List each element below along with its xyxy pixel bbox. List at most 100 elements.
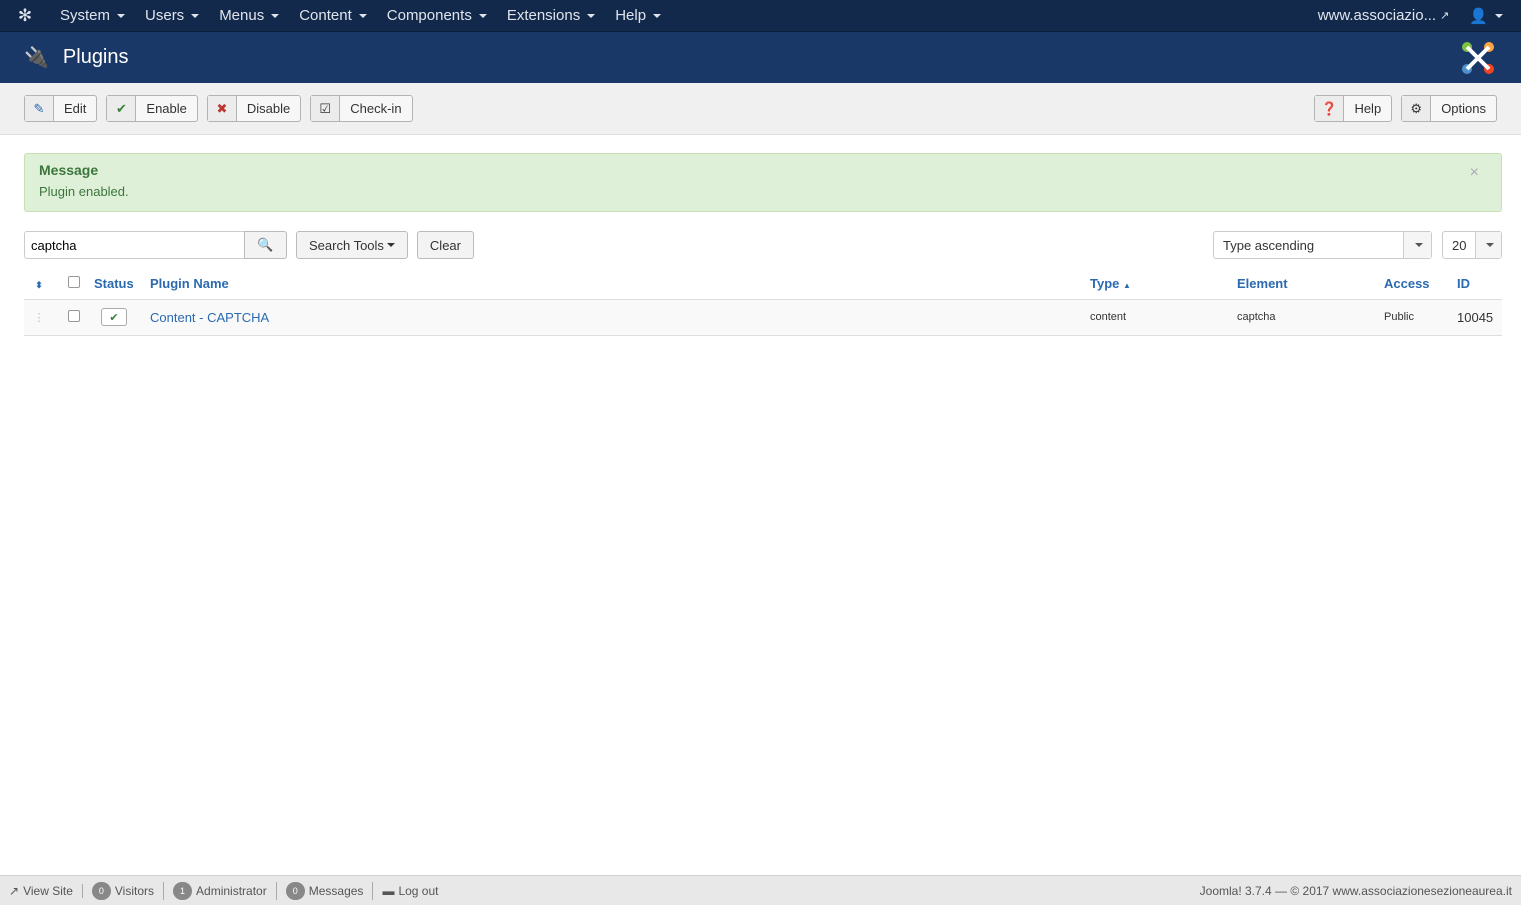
caret-down-icon <box>117 13 126 18</box>
admin-badge: 1 <box>173 881 193 900</box>
options-button[interactable]: ⚙ Options <box>1401 95 1497 122</box>
gear-icon: ⚙ <box>1402 96 1432 121</box>
site-link[interactable]: www.associazio... ↗ <box>1308 7 1460 24</box>
external-link-icon: ↗ <box>9 883 20 898</box>
help-button[interactable]: ❓ Help <box>1314 95 1393 122</box>
menu-label: System <box>60 7 111 24</box>
limit-select[interactable]: 20 <box>1442 231 1502 259</box>
minus-icon: ▬ <box>382 883 395 898</box>
user-menu[interactable]: 👤 <box>1459 7 1513 25</box>
menu-content[interactable]: Content <box>289 7 377 24</box>
success-message: Message Plugin enabled. × <box>24 153 1502 212</box>
caret-down-icon <box>191 13 200 18</box>
help-label: Help <box>1354 101 1382 116</box>
page-header: 🔌 Plugins <box>0 31 1521 83</box>
row-select-cell <box>54 299 94 336</box>
menu-label: Help <box>615 7 647 24</box>
element-header[interactable]: Element <box>1237 269 1384 300</box>
search-tools-button[interactable]: Search Tools <box>296 231 408 259</box>
element-cell: captcha <box>1237 299 1384 336</box>
message-title: Message <box>39 162 99 178</box>
sort-asc-icon: ▲ <box>1123 281 1131 291</box>
filter-bar: 🔍 Search Tools Clear Type ascending 20 <box>24 231 1502 259</box>
logout-label: Log out <box>398 883 439 898</box>
select-all-checkbox[interactable] <box>68 276 80 289</box>
enabled-toggle[interactable]: ✔ <box>101 308 127 326</box>
view-site-label: View Site <box>23 883 73 898</box>
messages-link[interactable]: 0 Messages <box>277 881 374 900</box>
menu-label: Extensions <box>506 7 581 24</box>
plugins-table: ⬍ Status Plugin Name Type ▲ Element Acce… <box>24 269 1502 336</box>
disable-button[interactable]: ✖ Disable <box>206 95 302 122</box>
checkin-label: Check-in <box>350 101 402 116</box>
select-all-header <box>54 269 94 300</box>
copyright: Joomla! 3.7.4 — © 2017 www.associaziones… <box>1199 883 1512 898</box>
caret-down-icon <box>271 13 280 18</box>
edit-button[interactable]: ✎ Edit <box>24 95 98 122</box>
plug-icon: 🔌 <box>24 47 49 69</box>
close-icon[interactable]: × <box>1470 164 1479 182</box>
clear-label: Clear <box>429 237 461 253</box>
access-header[interactable]: Access <box>1384 269 1457 300</box>
admin-label: Administrator <box>196 883 267 898</box>
cancel-circle-icon: ✖ <box>207 96 237 121</box>
message-text: Plugin enabled. <box>39 184 129 199</box>
menu-label: Menus <box>219 7 265 24</box>
menu-system[interactable]: System <box>50 7 135 24</box>
menu-users[interactable]: Users <box>135 7 209 24</box>
caret-down-icon <box>1475 232 1501 258</box>
edit-label: Edit <box>64 101 87 116</box>
joomla-icon[interactable]: ✻ <box>0 6 50 26</box>
menu-label: Users <box>145 7 185 24</box>
enable-label: Enable <box>146 101 187 116</box>
caret-down-icon <box>478 13 487 18</box>
name-header[interactable]: Plugin Name <box>150 269 1090 300</box>
joomla-logo <box>1459 39 1497 77</box>
visitors-label: Visitors <box>114 883 155 898</box>
status-header[interactable]: Status <box>94 269 150 300</box>
menu-extensions[interactable]: Extensions <box>497 7 605 24</box>
caret-down-icon <box>358 13 367 18</box>
external-link-icon: ↗ <box>1440 10 1450 22</box>
id-header[interactable]: ID <box>1457 269 1502 300</box>
user-icon: 👤 <box>1469 7 1488 25</box>
options-label: Options <box>1441 101 1486 116</box>
caret-down-icon <box>653 13 662 18</box>
toolbar: ✎ Edit ✔ Enable ✖ Disable ☑ Check-in ❓ Help ⚙… <box>0 83 1521 135</box>
ordering-value: Type ascending <box>1223 237 1315 253</box>
ordering-select[interactable]: Type ascending <box>1213 231 1432 259</box>
checkin-button[interactable]: ☑ Check-in <box>310 95 413 122</box>
clear-button[interactable]: Clear <box>416 231 474 259</box>
search-input[interactable] <box>24 231 244 259</box>
check-icon: ✔ <box>107 96 137 121</box>
row-checkbox[interactable] <box>68 309 80 322</box>
joomla-logo-icon <box>1462 41 1494 74</box>
access-cell: Public <box>1384 299 1457 336</box>
question-icon: ❓ <box>1315 96 1345 121</box>
caret-down-icon <box>1403 232 1431 258</box>
view-site-link[interactable]: ↗ View Site <box>9 883 83 898</box>
administrator-link[interactable]: 1 Administrator <box>164 881 277 900</box>
plugin-name-link[interactable]: Content - CAPTCHA <box>150 310 269 325</box>
search-button[interactable]: 🔍 <box>244 231 287 259</box>
caret-down-icon <box>587 13 596 18</box>
menu-components[interactable]: Components <box>377 7 497 24</box>
limit-value: 20 <box>1452 237 1467 253</box>
messages-badge: 0 <box>285 881 305 900</box>
checkbox-icon: ☑ <box>311 96 341 121</box>
menu-help[interactable]: Help <box>605 7 671 24</box>
type-header[interactable]: Type ▲ <box>1090 269 1237 300</box>
search-tools-label: Search Tools <box>309 237 384 253</box>
logout-link[interactable]: ▬ Log out <box>373 884 447 898</box>
sort-icon: ⬍ <box>35 280 43 291</box>
drag-handle-icon[interactable]: ⋮ <box>24 299 54 336</box>
menu-menus[interactable]: Menus <box>209 7 289 24</box>
visitors-badge: 0 <box>91 881 111 900</box>
caret-down-icon <box>1495 13 1503 18</box>
type-cell: content <box>1090 299 1237 336</box>
visitors-link[interactable]: 0 Visitors <box>83 881 165 900</box>
enable-button[interactable]: ✔ Enable <box>106 95 198 122</box>
edit-icon: ✎ <box>25 96 54 121</box>
ordering-header[interactable]: ⬍ <box>24 269 54 300</box>
table-row: ⋮ ✔ Content - CAPTCHA content captcha Pu… <box>24 299 1502 336</box>
